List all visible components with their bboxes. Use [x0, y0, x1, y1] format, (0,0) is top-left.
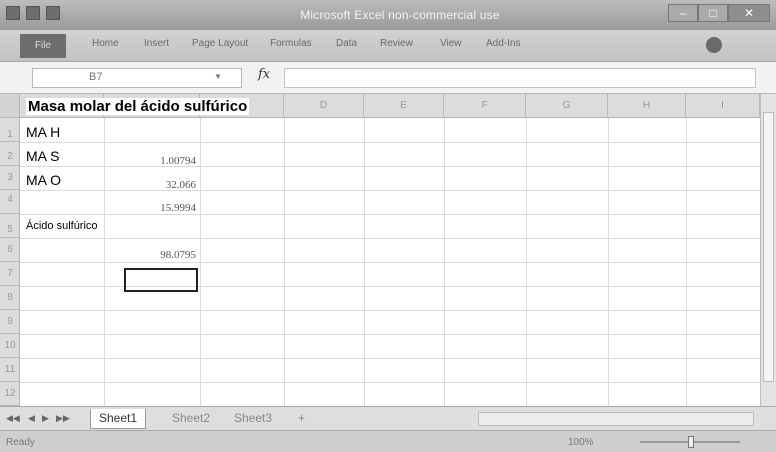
row-header[interactable]: 12 — [0, 382, 20, 406]
status-bar: Ready 100% — [0, 430, 776, 452]
name-box[interactable]: B7 — [32, 68, 242, 88]
column-header[interactable]: F — [444, 94, 526, 118]
minimize-button[interactable]: – — [668, 4, 698, 22]
select-all-corner[interactable] — [0, 94, 20, 118]
row-header[interactable]: 3 — [0, 166, 20, 190]
row-header[interactable]: 9 — [0, 310, 20, 334]
row-header[interactable]: 1 — [0, 118, 20, 142]
maximize-button[interactable]: □ — [698, 4, 728, 22]
sheet-heading[interactable]: Masa molar del ácido sulfúrico — [26, 98, 250, 115]
tab-view[interactable]: View — [440, 38, 462, 49]
cell-value-o[interactable]: 15.9994 — [104, 202, 196, 214]
sheet-tab-sheet3[interactable]: Sheet3 — [226, 409, 280, 429]
row-header[interactable]: 5 — [0, 214, 20, 238]
tab-file[interactable]: File — [20, 34, 66, 58]
tab-insert[interactable]: Insert — [144, 38, 169, 49]
tab-page-layout[interactable]: Page Layout — [192, 38, 248, 49]
insert-sheet-button[interactable]: + — [290, 409, 313, 429]
tab-home[interactable]: Home — [92, 38, 119, 49]
horizontal-scrollbar[interactable] — [478, 412, 754, 426]
tab-add-ins[interactable]: Add-Ins — [486, 38, 520, 49]
row-header[interactable]: 8 — [0, 286, 20, 310]
cell-label-ma-h[interactable]: MA H — [26, 124, 60, 140]
column-header[interactable]: G — [526, 94, 608, 118]
sheet-tab-sheet1[interactable]: Sheet1 — [90, 409, 147, 429]
ribbon-tabs: File Home Insert Page Layout Formulas Da… — [0, 30, 776, 62]
row-headers: 1 2 3 4 5 6 7 8 9 10 11 12 — [0, 118, 20, 406]
column-header[interactable]: H — [608, 94, 686, 118]
chevron-down-icon[interactable]: ▼ — [214, 72, 222, 81]
window-title: Microsoft Excel non-commercial use — [300, 8, 500, 22]
excel-app-icon[interactable] — [6, 6, 20, 20]
status-ready: Ready — [6, 437, 35, 448]
first-sheet-icon[interactable]: ◀◀ — [6, 413, 20, 424]
help-icon[interactable] — [706, 37, 722, 53]
title-bar: Microsoft Excel non-commercial use – □ ✕ — [0, 0, 776, 30]
cell-label-acido-sulfurico[interactable]: Ácido sulfúrico — [26, 220, 98, 232]
row-header[interactable]: 4 — [0, 190, 20, 214]
undo-icon[interactable] — [46, 6, 60, 20]
insert-function-icon[interactable]: fx — [258, 67, 270, 82]
cell-label-ma-s[interactable]: MA S — [26, 148, 59, 164]
zoom-level[interactable]: 100% — [568, 437, 594, 448]
row-header[interactable]: 7 — [0, 262, 20, 286]
worksheet-grid[interactable]: MA H MA S MA O Ácido sulfúrico 1.00794 3… — [20, 118, 760, 406]
last-sheet-icon[interactable]: ▶▶ — [56, 413, 70, 424]
column-header[interactable]: E — [364, 94, 444, 118]
column-header[interactable]: D — [284, 94, 364, 118]
tab-review[interactable]: Review — [380, 38, 413, 49]
row-header[interactable]: 2 — [0, 142, 20, 166]
tab-data[interactable]: Data — [336, 38, 357, 49]
sheet-tab-bar: ◀◀ ◀ ▶ ▶▶ Sheet1 Sheet2 Sheet3 + — [0, 406, 776, 430]
row-header[interactable]: 6 — [0, 238, 20, 262]
active-cell-selection[interactable] — [124, 268, 198, 292]
zoom-slider-knob[interactable] — [688, 436, 694, 448]
row-header[interactable]: 11 — [0, 358, 20, 382]
sheet-tab-sheet2[interactable]: Sheet2 — [164, 409, 218, 429]
scrollbar-thumb[interactable] — [763, 112, 774, 382]
tab-formulas[interactable]: Formulas — [270, 38, 312, 49]
column-header[interactable]: I — [686, 94, 760, 118]
cell-value-s[interactable]: 32.066 — [104, 179, 196, 191]
row-header[interactable]: 10 — [0, 334, 20, 358]
formula-bar: B7 ▼ fx — [0, 62, 776, 94]
vertical-scrollbar[interactable] — [760, 94, 776, 406]
cell-value-total[interactable]: 98.0795 — [104, 249, 196, 261]
next-sheet-icon[interactable]: ▶ — [42, 413, 49, 424]
close-button[interactable]: ✕ — [728, 4, 770, 22]
prev-sheet-icon[interactable]: ◀ — [28, 413, 35, 424]
formula-input[interactable] — [284, 68, 756, 88]
cell-value-h[interactable]: 1.00794 — [104, 155, 196, 167]
cell-label-ma-o[interactable]: MA O — [26, 172, 61, 188]
excel-window: Microsoft Excel non-commercial use – □ ✕… — [0, 0, 776, 452]
save-icon[interactable] — [26, 6, 40, 20]
